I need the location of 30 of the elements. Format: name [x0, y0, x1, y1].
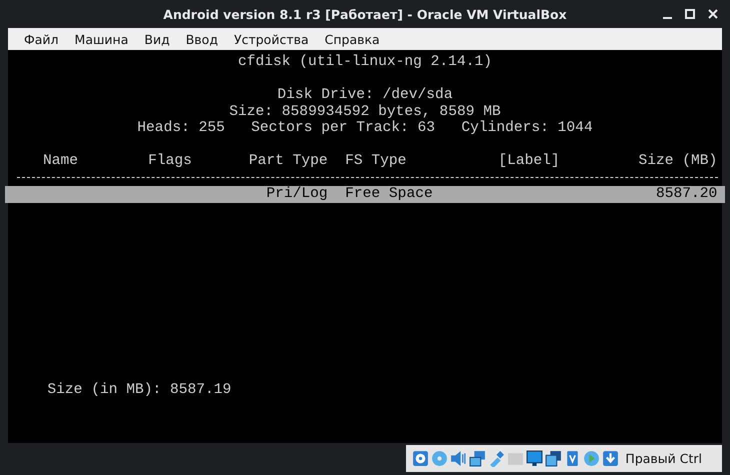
table-cell-text: Pri/Log	[266, 186, 329, 202]
close-icon[interactable]	[708, 9, 718, 19]
menu-item[interactable]: Файл	[16, 32, 67, 46]
prompt-label: Size (in MB):	[47, 382, 162, 398]
menu-item[interactable]: Устройства	[226, 32, 317, 46]
window-title: Android version 8.1 r3 [Работает] - Oracle VM VirtualBox	[163, 6, 567, 22]
partition-row[interactable]: Pri/Log Free Space 8587.20	[5, 186, 725, 202]
display-icon[interactable]	[526, 450, 544, 467]
menu-item[interactable]: Справка	[316, 32, 388, 46]
terminal-text: Heads: 255 Sectors per Track: 63 Cylinders: 1044	[137, 120, 593, 136]
menu-item[interactable]: Вид	[136, 32, 178, 46]
windows-icon[interactable]	[545, 450, 562, 467]
table-cell: Free Space	[345, 186, 433, 202]
network-icon[interactable]	[469, 450, 486, 467]
maximize-icon[interactable]	[685, 9, 695, 19]
column-header: Flags	[148, 153, 192, 170]
terminal-text: Size: 8589934592 bytes, 8589 MB	[229, 104, 501, 120]
column-header: Size (MB)	[638, 153, 718, 170]
input-value[interactable]: 8587.19	[170, 382, 232, 398]
column-header: Name	[43, 153, 78, 170]
host-key-label: Правый Ctrl	[625, 451, 702, 466]
menu-item[interactable]: Ввод	[178, 32, 226, 46]
menu-item[interactable]: Машина	[66, 32, 136, 46]
terminal-text: cfdisk (util-linux-ng 2.14.1)	[238, 54, 492, 70]
speaker-icon[interactable]	[450, 450, 468, 467]
column-header: FS Type	[345, 153, 406, 170]
column-header: [Label]	[498, 153, 560, 170]
column-header: Part Type	[248, 153, 329, 170]
table-cell: 8587.20	[656, 186, 718, 202]
terminal-text: Disk Drive: /dev/sda	[277, 87, 453, 104]
